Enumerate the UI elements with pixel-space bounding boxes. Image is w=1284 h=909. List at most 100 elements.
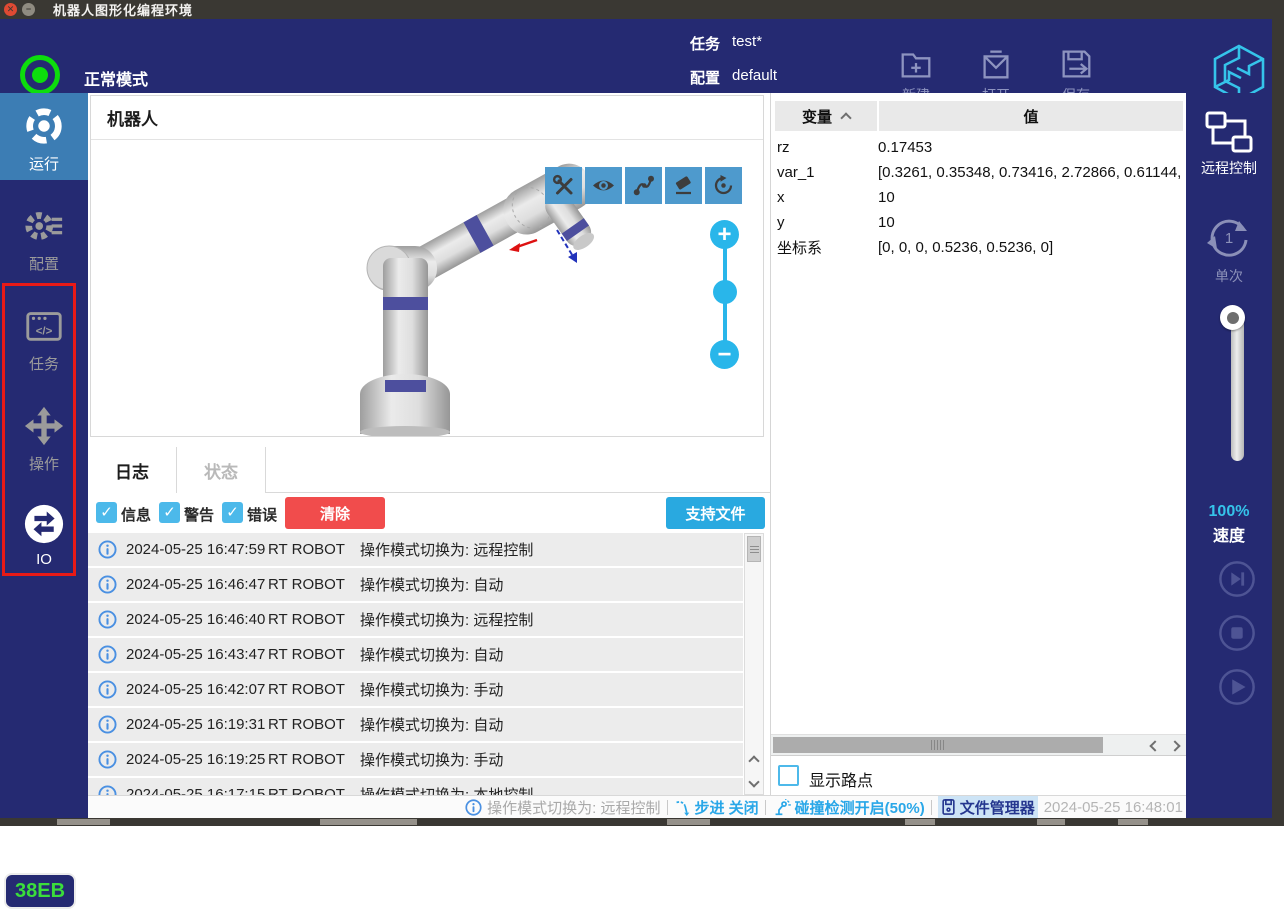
log-scroll-up-button[interactable]	[746, 751, 762, 771]
single-cycle-icon: 1	[1205, 213, 1253, 261]
view-toolbar	[545, 167, 742, 204]
io-swap-icon	[23, 503, 65, 545]
play-icon	[1218, 668, 1256, 706]
step-forward-button[interactable]	[1218, 560, 1256, 598]
single-cycle-button[interactable]: 1 单次	[1186, 213, 1272, 286]
log-time: 2024-05-25 16:46:47	[126, 576, 268, 593]
log-time: 2024-05-25 16:42:07	[126, 681, 268, 698]
sidebar-item-run[interactable]: 运行	[0, 93, 88, 180]
log-filterbar: ✓ 信息 ✓ 警告 ✓ 错误 清除 支持文件	[88, 493, 770, 533]
sidebar-item-io[interactable]: IO	[0, 503, 88, 568]
desktop-taskbar-strip	[0, 818, 1284, 826]
task-label: 任务	[690, 33, 720, 54]
log-message: 操作模式切换为: 手动	[360, 749, 503, 770]
info-checkbox[interactable]: ✓	[96, 502, 117, 523]
minimize-icon[interactable]: −	[22, 3, 35, 16]
variables-panel: 变量 值 rz 0.17453 var_1 [0.3261, 0.35348, …	[770, 93, 1186, 795]
variable-row[interactable]: 坐标系 [0, 0, 0, 0.5236, 0.5236, 0]	[775, 235, 1183, 260]
show-waypoints-checkbox[interactable]	[778, 765, 799, 786]
config-value: default	[732, 67, 777, 88]
statusbar-datetime: 2024-05-25 16:48:01	[1044, 799, 1183, 816]
step-icon	[674, 799, 691, 816]
move-arrows-icon	[23, 405, 65, 447]
tools-button[interactable]	[545, 167, 582, 204]
mode-label: 正常模式	[84, 66, 148, 90]
sort-chevron-up-icon	[840, 112, 851, 123]
collision-detection-toggle[interactable]: 碰撞检测开启(50%)	[772, 797, 925, 818]
log-source: RT ROBOT	[268, 646, 360, 663]
tools-icon	[550, 172, 577, 199]
log-row: 2024-05-25 16:46:40 RT ROBOT 操作模式切换为: 远程…	[88, 603, 743, 636]
task-row: 任务 test*	[690, 33, 762, 54]
desktop-edge-strip	[1272, 19, 1284, 826]
variable-row[interactable]: x 10	[775, 185, 1183, 210]
log-row: 2024-05-25 16:47:59 RT ROBOT 操作模式切换为: 远程…	[88, 533, 743, 566]
tab-log[interactable]: 日志	[88, 447, 177, 493]
sidebar-item-task[interactable]: </> 任务	[0, 305, 88, 374]
hscrollbar-thumb[interactable]	[773, 737, 1103, 753]
sidebar-item-operate[interactable]: 操作	[0, 405, 88, 474]
speed-percentage: 100%	[1186, 503, 1272, 521]
zoom-in-button[interactable]: +	[710, 220, 739, 249]
log-source: RT ROBOT	[268, 681, 360, 698]
play-button[interactable]	[1218, 668, 1256, 706]
tab-status[interactable]: 状态	[177, 447, 266, 493]
variables-column-header[interactable]: 变量	[775, 101, 877, 131]
variable-value: 10	[878, 189, 1183, 206]
titlebar: ✕ − 机器人图形化编程环境	[0, 0, 1284, 19]
info-icon	[98, 680, 117, 699]
collision-icon	[772, 799, 791, 816]
info-icon	[98, 785, 117, 795]
speed-slider-handle[interactable]	[1220, 305, 1245, 330]
remote-control-button[interactable]: 远程控制	[1186, 111, 1272, 178]
robot-panel: 机器人	[90, 95, 764, 437]
info-icon	[98, 540, 117, 559]
warning-checkbox[interactable]: ✓	[159, 502, 180, 523]
statusbar-mode-message: 操作模式切换为: 远程控制	[465, 797, 660, 818]
open-file-icon	[977, 45, 1015, 83]
variable-row[interactable]: y 10	[775, 210, 1183, 235]
log-scrollbar-thumb[interactable]	[747, 536, 761, 562]
speed-slider-track[interactable]	[1231, 315, 1244, 461]
log-row: 2024-05-25 16:43:47 RT ROBOT 操作模式切换为: 自动	[88, 638, 743, 671]
new-file-icon	[897, 45, 935, 83]
log-source: RT ROBOT	[268, 751, 360, 768]
zoom-slider-handle[interactable]	[713, 280, 737, 304]
hscroll-left-button[interactable]	[1145, 736, 1164, 755]
log-scroll-down-button[interactable]	[746, 772, 762, 792]
info-icon	[98, 715, 117, 734]
svg-text:</>: </>	[36, 326, 53, 338]
robot-3d-view[interactable]: + −	[91, 140, 763, 436]
log-source: RT ROBOT	[268, 576, 360, 593]
variable-name: var_1	[775, 164, 878, 181]
stop-button[interactable]	[1218, 614, 1256, 652]
sidebar-item-config[interactable]: 配置	[0, 205, 88, 274]
variable-name: y	[775, 214, 878, 231]
rotate-reset-button[interactable]	[705, 167, 742, 204]
zoom-out-button[interactable]: −	[710, 340, 739, 369]
log-status-tabbar: 日志 状态	[88, 447, 770, 493]
log-row: 2024-05-25 16:17:15 RT ROBOT 操作模式切换为: 本地…	[88, 778, 743, 795]
support-files-button[interactable]: 支持文件	[666, 497, 765, 529]
info-icon	[98, 750, 117, 769]
visibility-button[interactable]	[585, 167, 622, 204]
robot-panel-title: 机器人	[107, 105, 158, 130]
variable-row[interactable]: var_1 [0.3261, 0.35348, 0.73416, 2.72866…	[775, 160, 1183, 185]
file-manager-button[interactable]: 文件管理器	[938, 796, 1038, 819]
values-column-header[interactable]: 值	[879, 101, 1183, 131]
clear-logs-button[interactable]: 清除	[285, 497, 385, 529]
eraser-button[interactable]	[665, 167, 702, 204]
status-badge: 38EB	[4, 873, 76, 909]
path-button[interactable]	[625, 167, 662, 204]
remote-control-label: 远程控制	[1201, 158, 1257, 178]
error-checkbox[interactable]: ✓	[222, 502, 243, 523]
log-scrollbar	[744, 533, 764, 795]
hscroll-right-button[interactable]	[1165, 736, 1184, 755]
info-checkbox-label: 信息	[121, 504, 151, 525]
skip-icon	[1218, 560, 1256, 598]
close-icon[interactable]: ✕	[4, 3, 17, 16]
step-label-text: 步进 关闭	[695, 797, 759, 818]
variables-table-header: 变量 值	[775, 101, 1183, 131]
variable-row[interactable]: rz 0.17453	[775, 135, 1183, 160]
step-mode-toggle[interactable]: 步进 关闭	[674, 797, 759, 818]
